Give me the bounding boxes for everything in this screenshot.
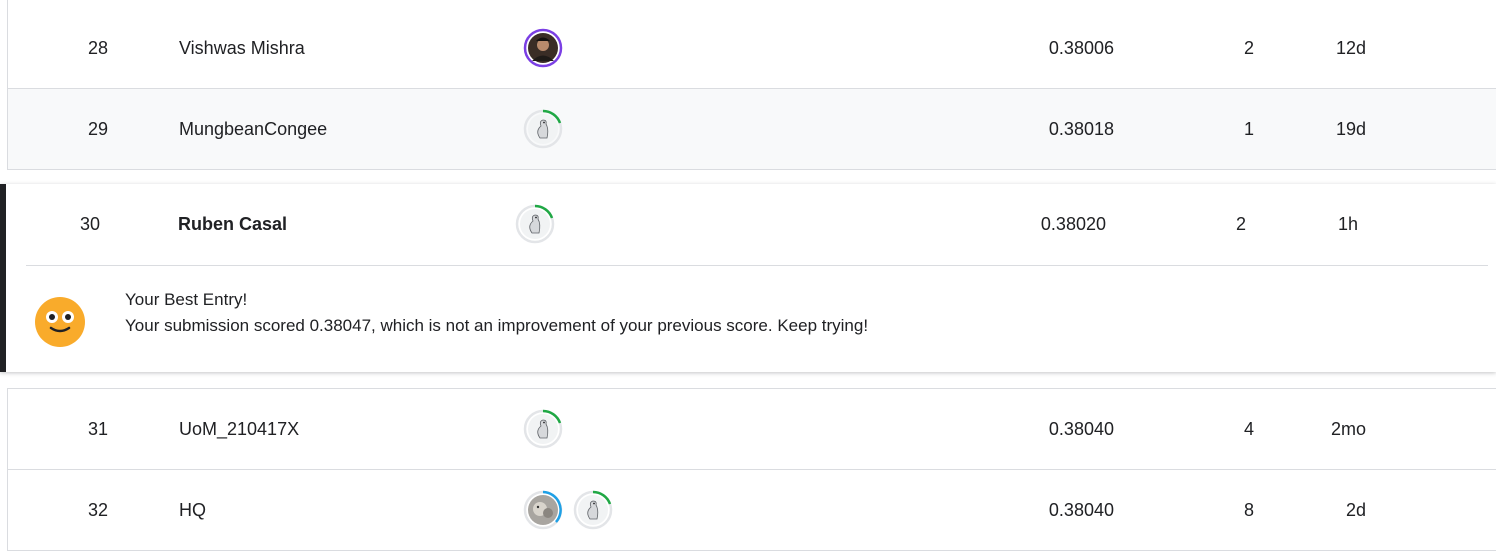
score-cell: 0.38006 xyxy=(1048,38,1114,58)
team-name-link[interactable]: Ruben Casal xyxy=(178,184,287,264)
rank-cell: 30 xyxy=(79,214,101,234)
entries-cell: 4 xyxy=(1243,419,1254,439)
entries-cell: 1 xyxy=(1243,119,1254,139)
score-cell: 0.38040 xyxy=(1048,419,1114,439)
table-row[interactable]: 30 Ruben Casal 0.38020 2 1h xyxy=(6,184,1496,264)
table-row[interactable]: 29 MungbeanCongee 0.38018 1 19d xyxy=(8,89,1496,170)
rank-cell: 29 xyxy=(87,119,109,139)
table-row[interactable]: 28 Vishwas Mishra 0.38006 2 12d xyxy=(8,0,1496,89)
user-photo-icon[interactable] xyxy=(523,28,563,68)
team-name-link[interactable]: MungbeanCongee xyxy=(179,89,327,169)
leaderboard-block-bottom: 31 UoM_210417X 0.38040 4 2mo 32 HQ 0.380… xyxy=(7,388,1496,551)
default-goose-avatar-icon[interactable] xyxy=(523,109,563,149)
rank-cell: 31 xyxy=(87,419,109,439)
team-avatars xyxy=(523,470,613,550)
user-photo-icon[interactable] xyxy=(523,490,563,530)
rank-cell: 32 xyxy=(87,500,109,520)
smiley-face-icon xyxy=(35,297,85,347)
last-submission-cell: 2d xyxy=(1345,500,1366,520)
score-cell: 0.38018 xyxy=(1048,119,1114,139)
team-avatars xyxy=(523,389,563,469)
entries-cell: 8 xyxy=(1243,500,1254,520)
team-avatars xyxy=(523,8,563,88)
last-submission-cell: 1h xyxy=(1337,214,1358,234)
message-body: Your submission scored 0.38047, which is… xyxy=(125,316,869,335)
score-cell: 0.38020 xyxy=(1040,214,1106,234)
team-avatars xyxy=(523,89,563,169)
entries-cell: 2 xyxy=(1235,214,1246,234)
team-name-link[interactable]: UoM_210417X xyxy=(179,389,299,469)
default-goose-avatar-icon[interactable] xyxy=(515,204,555,244)
table-row[interactable]: 32 HQ 0.38040 8 2d xyxy=(8,470,1496,551)
table-row[interactable]: 31 UoM_210417X 0.38040 4 2mo xyxy=(8,389,1496,470)
entries-cell: 2 xyxy=(1243,38,1254,58)
default-goose-avatar-icon[interactable] xyxy=(573,490,613,530)
score-cell: 0.38040 xyxy=(1048,500,1114,520)
team-avatars xyxy=(515,184,555,264)
last-submission-cell: 12d xyxy=(1335,38,1366,58)
message-title: Your Best Entry! xyxy=(125,290,248,309)
rank-cell: 28 xyxy=(87,38,109,58)
leaderboard-block-top: 28 Vishwas Mishra 0.38006 2 12d 29 Mungb… xyxy=(7,0,1496,170)
team-name-link[interactable]: HQ xyxy=(179,470,206,550)
last-submission-cell: 19d xyxy=(1335,119,1366,139)
best-entry-message: Your Best Entry! Your submission scored … xyxy=(6,266,1496,372)
last-submission-cell: 2mo xyxy=(1330,419,1366,439)
default-goose-avatar-icon[interactable] xyxy=(523,409,563,449)
team-name-link[interactable]: Vishwas Mishra xyxy=(179,8,305,88)
current-user-entry: 30 Ruben Casal 0.38020 2 1h Your Best En… xyxy=(0,184,1496,372)
